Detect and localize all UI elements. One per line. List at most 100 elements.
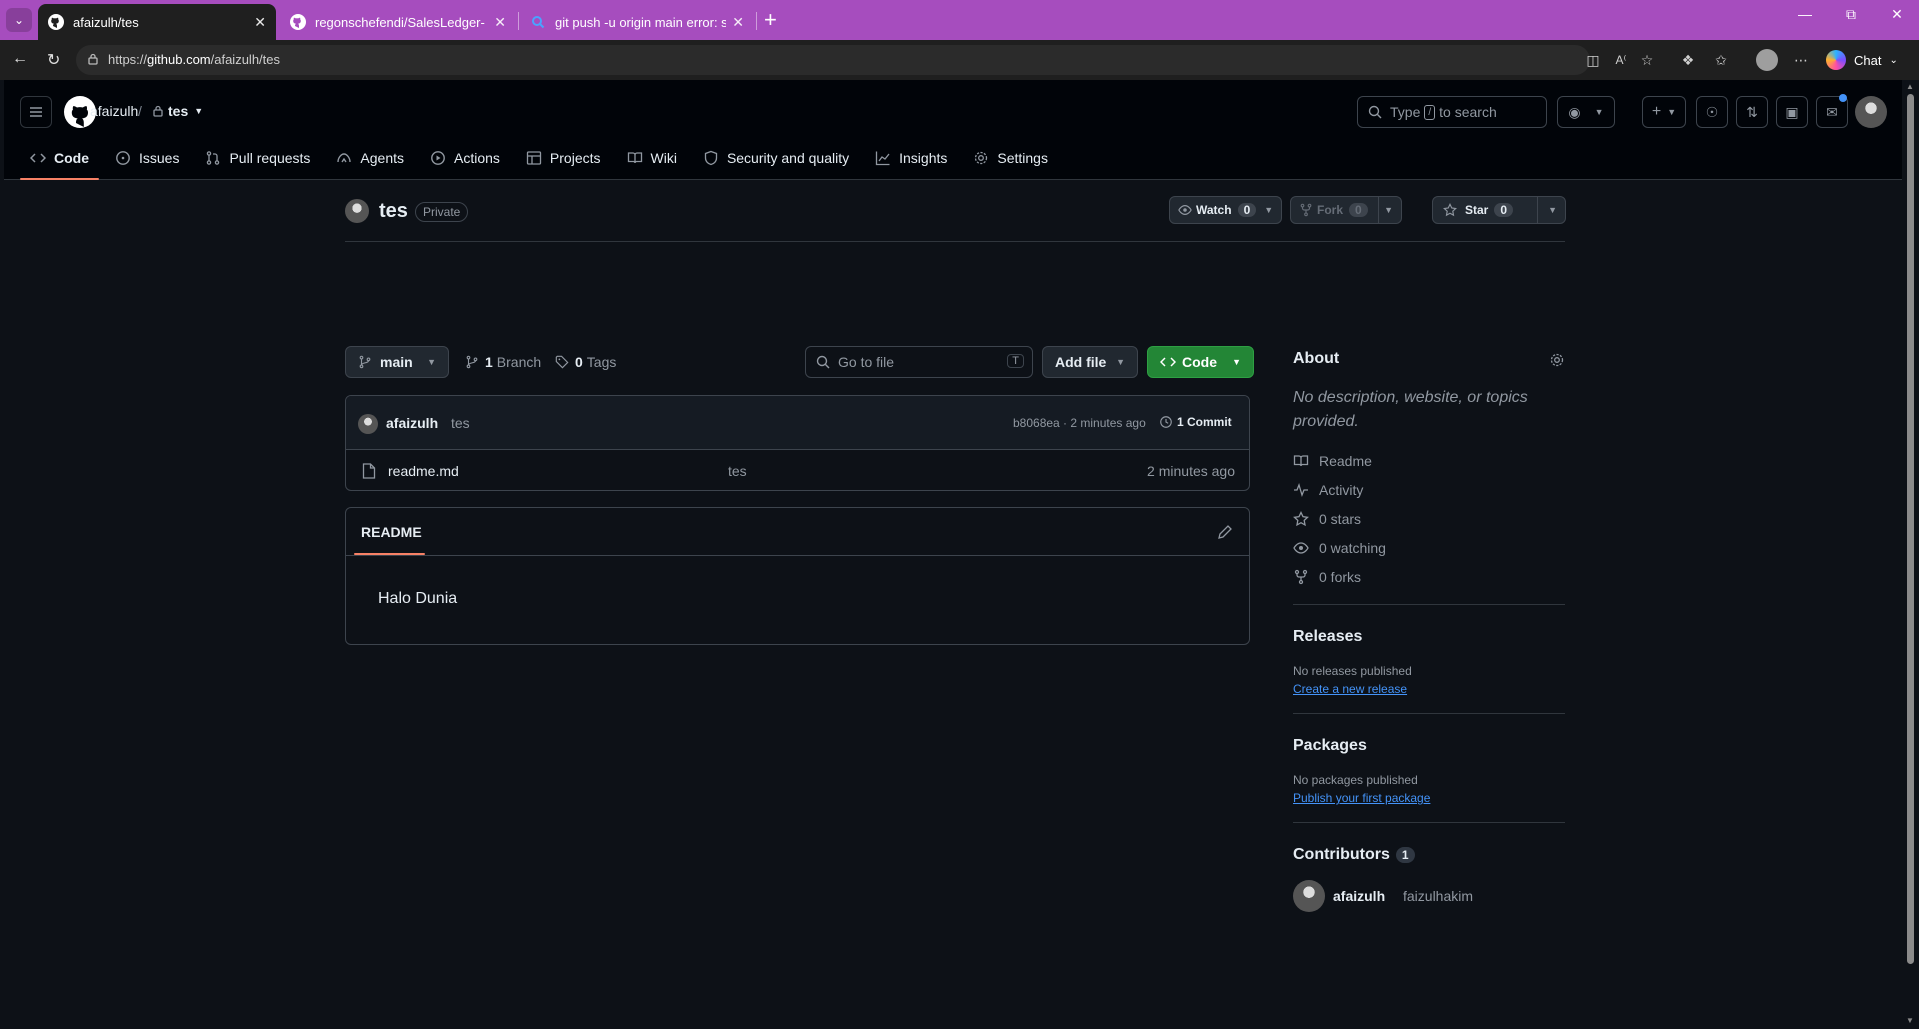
tab-actions[interactable]: Actions (420, 136, 510, 180)
tab-code[interactable]: Code (20, 136, 99, 180)
repo-switcher[interactable]: tes ▼ (152, 103, 203, 119)
branches-link[interactable]: 1 Branch (465, 354, 541, 370)
tab-issues[interactable]: Issues (105, 136, 189, 180)
play-icon (431, 151, 445, 165)
file-commit-message[interactable]: tes (728, 463, 747, 479)
favorites-icon[interactable]: ✩ (1712, 51, 1730, 69)
create-new-button[interactable]: + ▼ (1642, 96, 1686, 128)
tab-agents[interactable]: Agents (326, 136, 414, 180)
contributor-avatar[interactable] (1293, 880, 1325, 912)
side-link-label: Readme (1319, 453, 1372, 469)
packages-heading[interactable]: Packages (1293, 737, 1367, 755)
fork-button[interactable]: Fork 0 ▼ (1290, 196, 1402, 224)
read-aloud-icon[interactable]: A⁽ (1612, 51, 1630, 69)
extensions-icon[interactable]: ❖ (1679, 51, 1697, 69)
go-to-file-input[interactable]: Go to file T (805, 346, 1033, 378)
star-icon (1293, 511, 1309, 527)
tab-security[interactable]: Security and quality (693, 136, 859, 180)
star-button[interactable]: Star 0 ▼ (1432, 196, 1566, 224)
watching-link[interactable]: 0 watching (1293, 540, 1386, 556)
watch-count: 0 (1237, 203, 1257, 217)
fork-icon (1300, 203, 1312, 217)
close-window-icon[interactable]: ✕ (1877, 6, 1917, 23)
copilot-icon: ◉ (1568, 103, 1581, 120)
side-link-label: 0 stars (1319, 511, 1362, 527)
more-menu-icon[interactable]: ⋯ (1792, 51, 1810, 69)
pull-requests-button[interactable]: ⇅ (1736, 96, 1768, 128)
tab-actions-menu-button[interactable]: ⌄ (6, 8, 32, 32)
commit-author-link[interactable]: afaizulh (386, 415, 438, 431)
gear-icon[interactable] (1549, 352, 1565, 368)
releases-heading[interactable]: Releases (1293, 628, 1362, 646)
scroll-down-icon[interactable]: ▼ (1906, 1016, 1914, 1025)
hamburger-icon (30, 107, 42, 117)
browser-tab[interactable]: git push -u origin main error: src r ✕ (520, 4, 754, 40)
tab-title: afaizulh/tes (73, 14, 139, 30)
eye-icon (1293, 542, 1309, 554)
url-field[interactable]: https://github.com/afaizulh/tes ◫ A⁽ ☆ (76, 45, 1653, 75)
tab-pull-requests[interactable]: Pull requests (195, 136, 320, 180)
owner-link[interactable]: afaizulh (90, 103, 138, 119)
new-tab-icon[interactable]: + (764, 8, 777, 32)
tab-separator (518, 12, 519, 30)
about-heading: About (1293, 350, 1340, 367)
back-arrow-icon[interactable]: ← (12, 50, 28, 68)
readme-tab[interactable]: README (361, 524, 422, 540)
add-file-label: Add file (1055, 354, 1107, 370)
stars-link[interactable]: 0 stars (1293, 511, 1361, 527)
repositories-button[interactable]: ▣ (1776, 96, 1808, 128)
minimize-window-icon[interactable]: — (1785, 6, 1825, 22)
issues-button[interactable]: ☉ (1696, 96, 1728, 128)
shield-icon (704, 150, 718, 166)
app-available-icon[interactable]: ◫ (1584, 51, 1602, 69)
create-release-link[interactable]: Create a new release (1293, 682, 1407, 696)
copilot-button[interactable]: ◉ ▼ (1557, 96, 1615, 128)
site-info-icon[interactable] (86, 52, 100, 66)
eye-icon (1178, 205, 1192, 215)
favorite-star-icon[interactable]: ☆ (1638, 51, 1656, 69)
page-scrollbar[interactable]: ▲ ▼ (1902, 80, 1919, 1029)
add-file-button[interactable]: Add file ▼ (1042, 346, 1138, 378)
table-icon (526, 151, 542, 165)
edit-pencil-icon[interactable] (1217, 524, 1233, 540)
browser-tab[interactable]: regonschefendi/SalesLedger- ✕ (280, 4, 516, 40)
forks-link[interactable]: 0 forks (1293, 569, 1361, 585)
watch-button[interactable]: Watch 0 ▼ (1169, 196, 1282, 224)
user-avatar[interactable] (1855, 96, 1887, 128)
close-tab-icon[interactable]: ✕ (732, 14, 744, 31)
open-menu-button[interactable] (20, 96, 52, 128)
scrollbar-thumb[interactable] (1907, 94, 1914, 964)
code-button[interactable]: Code ▼ (1147, 346, 1254, 378)
caret-down-icon: ▼ (1232, 357, 1241, 367)
branch-selector[interactable]: main ▼ (345, 346, 449, 378)
file-name-link[interactable]: readme.md (388, 463, 459, 479)
tags-link[interactable]: 0 Tags (555, 354, 616, 370)
restore-window-icon[interactable]: ⧉ (1831, 6, 1871, 23)
profile-avatar[interactable] (1756, 49, 1778, 71)
readme-link[interactable]: Readme (1293, 453, 1372, 469)
issue-icon (116, 151, 130, 165)
browser-tab-active[interactable]: afaizulh/tes ✕ (38, 4, 276, 40)
caret-down-icon: ▼ (194, 106, 204, 116)
tab-settings[interactable]: Settings (963, 136, 1058, 180)
tab-insights[interactable]: Insights (865, 136, 957, 180)
copilot-chat-button[interactable]: Chat ⌄ (1826, 47, 1898, 73)
reload-icon[interactable]: ↻ (47, 50, 60, 70)
close-tab-icon[interactable]: ✕ (254, 14, 266, 31)
commit-message-link[interactable]: tes (451, 415, 470, 431)
repo-name[interactable]: tes (379, 200, 408, 223)
contributors-heading[interactable]: Contributors 1 (1293, 846, 1415, 864)
activity-link[interactable]: Activity (1293, 482, 1363, 498)
commit-hash-and-time[interactable]: b8068ea · 2 minutes ago (1013, 416, 1146, 430)
search-input[interactable]: Type / to search (1357, 96, 1547, 128)
contributor-name-link[interactable]: afaizulh (1333, 888, 1385, 904)
branch-label: Branch (496, 354, 542, 370)
close-tab-icon[interactable]: ✕ (494, 14, 506, 31)
commit-author-avatar[interactable] (358, 414, 378, 434)
commits-history-link[interactable]: 1 Commit (1159, 415, 1232, 429)
packages-empty-text: No packages published (1293, 773, 1418, 787)
scroll-up-icon[interactable]: ▲ (1906, 82, 1914, 91)
tab-projects[interactable]: Projects (516, 136, 611, 180)
tab-wiki[interactable]: Wiki (617, 136, 687, 180)
publish-package-link[interactable]: Publish your first package (1293, 791, 1430, 805)
